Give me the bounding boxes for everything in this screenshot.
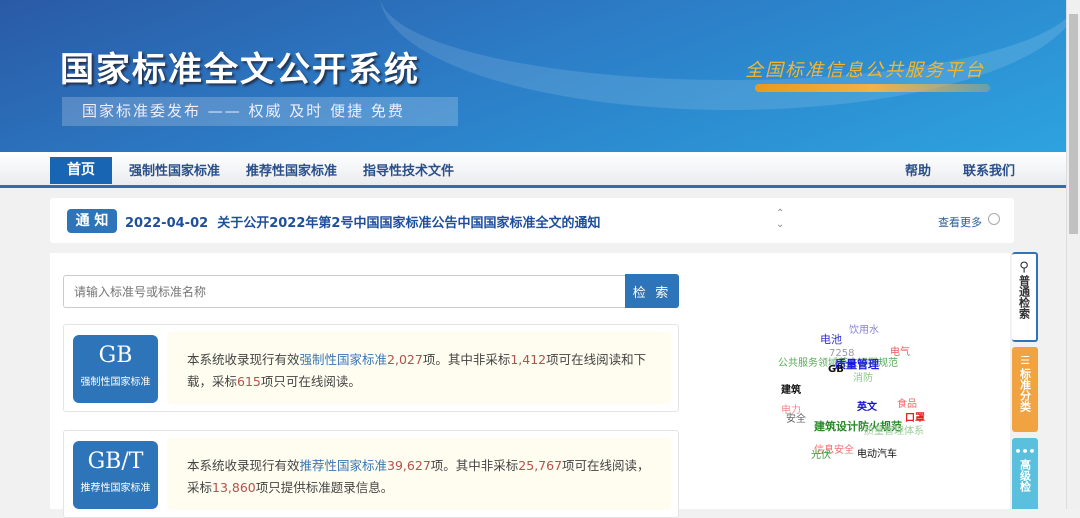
search-input[interactable] bbox=[63, 275, 626, 308]
header-banner: 国家标准全文公开系统 国家标准委发布 —— 权威 及时 便捷 免费 全国标准信息… bbox=[0, 0, 1066, 152]
tag[interactable]: GB bbox=[828, 364, 844, 375]
scroll-arrows-icon[interactable]: ⌃ ⌄ bbox=[776, 208, 784, 230]
tag[interactable]: 英文 bbox=[857, 398, 877, 413]
nav-guidance[interactable]: 指导性技术文件 bbox=[347, 159, 470, 185]
tag[interactable]: 消防 bbox=[853, 369, 873, 384]
platform-underline bbox=[755, 84, 990, 92]
tag[interactable]: 饮用水 bbox=[849, 321, 879, 336]
text: 项只提供标准题录信息。 bbox=[255, 480, 394, 495]
gbt-name: 推荐性国家标准 bbox=[80, 483, 151, 494]
gb-description: 本系统收录现行有效强制性国家标准2,027项。其中非采标1,412项可在线阅读和… bbox=[167, 332, 671, 404]
nav-recommended[interactable]: 推荐性国家标准 bbox=[230, 159, 353, 185]
text: 本系统收录现行有效 bbox=[187, 458, 300, 473]
side-tab-advanced[interactable]: ••• 高级检 bbox=[1012, 438, 1038, 509]
banner-decoration bbox=[380, 0, 1066, 110]
tag[interactable]: 安全 bbox=[786, 410, 806, 425]
text: 项只可在线阅读。 bbox=[260, 374, 361, 389]
gb-card: GB 强制性国家标准 本系统收录现行有效强制性国家标准2,027项。其中非采标1,… bbox=[63, 324, 679, 412]
side-tab-label: 普通检索 bbox=[1017, 275, 1031, 319]
notice-date: 2022-04-02 bbox=[125, 216, 209, 231]
gb-name: 强制性国家标准 bbox=[80, 377, 151, 388]
nav-help[interactable]: 帮助 bbox=[889, 159, 947, 185]
notice-bar: 通 知 2022-04-02 关于公开2022年第2号中国国家标准公告中国国家标… bbox=[50, 198, 1014, 243]
notice-link[interactable]: 2022-04-02 关于公开2022年第2号中国国家标准公告中国国家标准全文的… bbox=[125, 212, 600, 231]
side-tab-category[interactable]: ☰ 标准分类 bbox=[1012, 347, 1038, 432]
tag[interactable]: 电池 bbox=[820, 331, 842, 347]
nonadopt-count: 1,412 bbox=[510, 352, 547, 367]
notice-badge: 通 知 bbox=[67, 209, 117, 233]
side-tab-basic-search[interactable]: ⚲ 普通检索 bbox=[1012, 252, 1038, 342]
adopt-count: 13,860 bbox=[212, 480, 256, 495]
gbt-logo[interactable]: GB/T 推荐性国家标准 bbox=[73, 441, 158, 509]
gbt-code: GB/T bbox=[87, 449, 144, 474]
site-slogan: 国家标准委发布 —— 权威 及时 便捷 免费 bbox=[62, 97, 458, 126]
tag[interactable]: 电动汽车 bbox=[857, 445, 897, 460]
scrollbar-thumb[interactable] bbox=[1069, 14, 1078, 234]
tag[interactable]: 食品 bbox=[897, 395, 917, 410]
nav-home[interactable]: 首页 bbox=[50, 157, 112, 184]
gbt-card: GB/T 推荐性国家标准 本系统收录现行有效推荐性国家标准39,627项。其中非采… bbox=[63, 430, 679, 518]
gb-code: GB bbox=[98, 343, 133, 368]
tag[interactable]: 建筑 bbox=[781, 381, 801, 396]
gbt-description: 本系统收录现行有效推荐性国家标准39,627项。其中非采标25,767项可在线阅… bbox=[167, 438, 671, 510]
type-link[interactable]: 强制性国家标准 bbox=[300, 352, 388, 367]
notice-title: 关于公开2022年第2号中国国家标准公告中国国家标准全文的通知 bbox=[217, 216, 601, 231]
text: 项。其中非采标 bbox=[422, 352, 511, 367]
text: 本系统收录现行有效 bbox=[187, 352, 300, 367]
clock-icon bbox=[988, 213, 1000, 225]
nav-mandatory[interactable]: 强制性国家标准 bbox=[113, 159, 236, 185]
side-tab-label: 标准分类 bbox=[1018, 368, 1032, 412]
nonadopt-count: 25,767 bbox=[518, 458, 563, 473]
more-dots-icon: ••• bbox=[1014, 445, 1036, 458]
platform-name: 全国标准信息公共服务平台 bbox=[745, 60, 985, 81]
tag[interactable]: 质量管理体系 bbox=[864, 422, 924, 437]
scrollbar[interactable] bbox=[1066, 0, 1080, 509]
more-link[interactable]: 查看更多 bbox=[938, 214, 982, 230]
total-count: 39,627 bbox=[387, 458, 431, 473]
main-nav: 首页 强制性国家标准 推荐性国家标准 指导性技术文件 帮助 联系我们 bbox=[0, 152, 1066, 188]
search-button[interactable]: 检 索 bbox=[625, 274, 679, 308]
adopt-count: 615 bbox=[237, 374, 261, 389]
side-tab-label: 高级检 bbox=[1018, 459, 1032, 492]
type-link[interactable]: 推荐性国家标准 bbox=[300, 458, 388, 473]
total-count: 2,027 bbox=[387, 352, 423, 367]
list-icon: ☰ bbox=[1020, 354, 1030, 367]
tag[interactable]: 光伏 bbox=[811, 446, 831, 461]
gb-logo[interactable]: GB 强制性国家标准 bbox=[73, 335, 158, 403]
text: 项。其中非采标 bbox=[430, 458, 519, 473]
search-icon: ⚲ bbox=[1019, 260, 1029, 275]
nav-contact[interactable]: 联系我们 bbox=[947, 159, 1031, 185]
site-title: 国家标准全文公开系统 bbox=[60, 50, 420, 90]
